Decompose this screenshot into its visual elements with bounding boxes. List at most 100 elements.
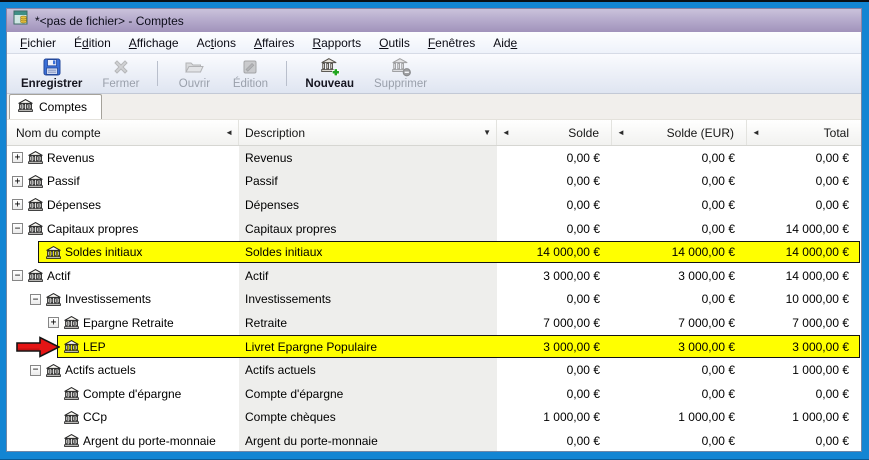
- account-row-depenses[interactable]: + DépensesDépenses0,00 €0,00 €0,00 €: [7, 193, 861, 217]
- toolbar-button-nouveau[interactable]: Nouveau: [295, 56, 364, 91]
- account-name-cell: − Actif: [7, 264, 239, 288]
- menu-affaires[interactable]: Affaires: [245, 33, 303, 53]
- menu-outils[interactable]: Outils: [370, 33, 419, 53]
- accounts-tree: + RevenusRevenus0,00 €0,00 €0,00 €+ Pass…: [7, 146, 861, 451]
- solde-cell: 7 000,00 €: [497, 311, 612, 335]
- tab-label: Comptes: [39, 100, 87, 114]
- solde-cell: 3 000,00 €: [497, 335, 612, 359]
- menu-fichier[interactable]: Fichier: [11, 33, 65, 53]
- solde-eur-cell: 1 000,00 €: [612, 406, 747, 430]
- solde-cell: 0,00 €: [497, 429, 612, 451]
- window-title: *<pas de fichier> - Comptes: [35, 14, 184, 28]
- column-header-solde-eur[interactable]: ◄ Solde (EUR): [612, 120, 747, 145]
- title-bar: *<pas de fichier> - Comptes: [6, 8, 862, 32]
- toolbar-separator: [157, 61, 158, 86]
- expand-expander-icon[interactable]: +: [12, 152, 23, 163]
- bank-icon: [46, 364, 61, 377]
- account-row-investissements[interactable]: − InvestissementsInvestissements0,00 €0,…: [7, 288, 861, 312]
- total-cell: 10 000,00 €: [747, 288, 861, 312]
- column-header-description[interactable]: Description ▼: [239, 120, 497, 145]
- collapse-expander-icon[interactable]: −: [30, 294, 41, 305]
- solde-cell: 0,00 €: [497, 382, 612, 406]
- sort-arrow-icon[interactable]: ◄: [752, 128, 760, 137]
- tree-indent: [7, 440, 48, 441]
- account-row-ccp[interactable]: CCpCompte chèques1 000,00 €1 000,00 €1 0…: [7, 406, 861, 430]
- expand-expander-icon[interactable]: +: [12, 176, 23, 187]
- menu-fenetres[interactable]: Fenêtres: [419, 33, 484, 53]
- delete-account-icon: [391, 57, 411, 77]
- total-cell: 14 000,00 €: [747, 264, 861, 288]
- bank-icon: [28, 151, 43, 164]
- column-label: Description: [245, 126, 305, 140]
- toolbar-button-supprimer: Supprimer: [364, 56, 437, 91]
- account-description-cell: Compte chèques: [239, 406, 497, 430]
- sort-arrow-icon[interactable]: ◄: [225, 128, 233, 137]
- expander-slot: +: [12, 199, 27, 210]
- column-label: Total: [824, 126, 849, 140]
- account-row-compte-d-epargne[interactable]: Compte d'épargneCompte d'épargne0,00 €0,…: [7, 382, 861, 406]
- account-name-cell: − Investissements: [7, 288, 239, 312]
- bank-icon: [46, 246, 61, 259]
- account-row-actifs-actuels[interactable]: − Actifs actuelsActifs actuels0,00 €0,00…: [7, 358, 861, 382]
- tree-indent: [7, 252, 30, 253]
- account-name: LEP: [83, 340, 106, 354]
- account-name: Argent du porte-monnaie: [83, 434, 216, 448]
- account-name-cell: + Revenus: [7, 146, 239, 170]
- total-cell: 0,00 €: [747, 193, 861, 217]
- account-name: Passif: [47, 174, 80, 188]
- account-row-capitaux-propres[interactable]: − Capitaux propresCapitaux propres0,00 €…: [7, 217, 861, 241]
- solde-eur-cell: 0,00 €: [612, 288, 747, 312]
- account-name-cell: Argent du porte-monnaie: [7, 429, 239, 451]
- menu-rapports[interactable]: Rapports: [303, 33, 370, 53]
- solde-eur-cell: 0,00 €: [612, 170, 747, 194]
- account-name-cell: CCp: [7, 406, 239, 430]
- collapse-expander-icon[interactable]: −: [12, 270, 23, 281]
- bank-icon: [64, 340, 79, 353]
- account-name-cell: + Passif: [7, 170, 239, 194]
- expander-slot: +: [12, 176, 27, 187]
- account-name: Capitaux propres: [47, 222, 138, 236]
- collapse-expander-icon[interactable]: −: [12, 223, 23, 234]
- account-row-argent-du-porte-monnaie[interactable]: Argent du porte-monnaieArgent du porte-m…: [7, 429, 861, 451]
- account-row-soldes-initiaux[interactable]: Soldes initiauxSoldes initiaux14 000,00 …: [7, 240, 861, 264]
- account-row-revenus[interactable]: + RevenusRevenus0,00 €0,00 €0,00 €: [7, 146, 861, 170]
- account-row-lep[interactable]: LEPLivret Epargne Populaire3 000,00 €3 0…: [7, 335, 861, 359]
- column-header-total[interactable]: ◄ Total: [747, 120, 861, 145]
- total-cell: 3 000,00 €: [747, 335, 861, 359]
- bank-icon: [18, 99, 33, 115]
- sort-arrow-icon[interactable]: ◄: [502, 128, 510, 137]
- menu-affichage[interactable]: Affichage: [120, 33, 188, 53]
- solde-eur-cell: 0,00 €: [612, 382, 747, 406]
- account-description-cell: Livret Epargne Populaire: [239, 335, 497, 359]
- open-icon: [184, 57, 204, 77]
- sort-arrow-icon[interactable]: ◄: [617, 128, 625, 137]
- tab-comptes[interactable]: Comptes: [9, 94, 102, 119]
- red-arrow-annotation: [16, 336, 60, 358]
- app-icon: [13, 10, 29, 31]
- edit-icon: [240, 57, 260, 77]
- account-name: Soldes initiaux: [65, 245, 142, 259]
- tree-indent: [7, 322, 48, 323]
- new-account-icon: [320, 57, 340, 77]
- expand-expander-icon[interactable]: +: [12, 199, 23, 210]
- menu-actions[interactable]: Actions: [188, 33, 245, 53]
- column-header-solde[interactable]: ◄ Solde: [497, 120, 612, 145]
- solde-cell: 14 000,00 €: [497, 240, 612, 264]
- account-row-actif[interactable]: − ActifActif3 000,00 €3 000,00 €14 000,0…: [7, 264, 861, 288]
- expander-slot: −: [12, 270, 27, 281]
- account-description-cell: Compte d'épargne: [239, 382, 497, 406]
- column-header-account-name[interactable]: Nom du compte ◄: [7, 120, 239, 145]
- column-options-dropdown-icon[interactable]: ▼: [483, 128, 491, 137]
- expand-expander-icon[interactable]: +: [48, 317, 59, 328]
- toolbar-button-enregistrer[interactable]: Enregistrer: [11, 56, 92, 91]
- window-body: FichierÉditionAffichageActionsAffairesRa…: [6, 32, 862, 452]
- menu-aide[interactable]: Aide: [484, 33, 526, 53]
- collapse-expander-icon[interactable]: −: [30, 365, 41, 376]
- menu-edition[interactable]: Édition: [65, 33, 120, 53]
- close-icon: [111, 57, 131, 77]
- bank-icon: [64, 411, 79, 424]
- bank-icon: [28, 222, 43, 235]
- account-row-passif[interactable]: + PassifPassif0,00 €0,00 €0,00 €: [7, 170, 861, 194]
- account-row-epargne-retraite[interactable]: + Epargne RetraiteRetraite7 000,00 €7 00…: [7, 311, 861, 335]
- toolbar-separator: [286, 61, 287, 86]
